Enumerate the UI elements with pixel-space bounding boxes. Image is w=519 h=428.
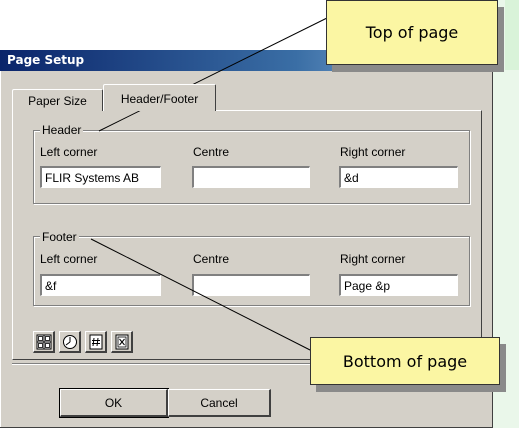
- tab-header-footer-label: Header/Footer: [120, 92, 199, 106]
- top-callout-leader: [98, 17, 328, 132]
- tab-header-footer[interactable]: Header/Footer: [103, 84, 216, 111]
- bottom-of-page-callout-text: Bottom of page: [342, 352, 468, 371]
- top-of-page-callout: Top of page: [326, 0, 498, 65]
- bottom-callout-leader: [90, 238, 315, 353]
- bottom-of-page-callout: Bottom of page: [310, 337, 500, 385]
- top-of-page-callout-text: Top of page: [365, 23, 459, 42]
